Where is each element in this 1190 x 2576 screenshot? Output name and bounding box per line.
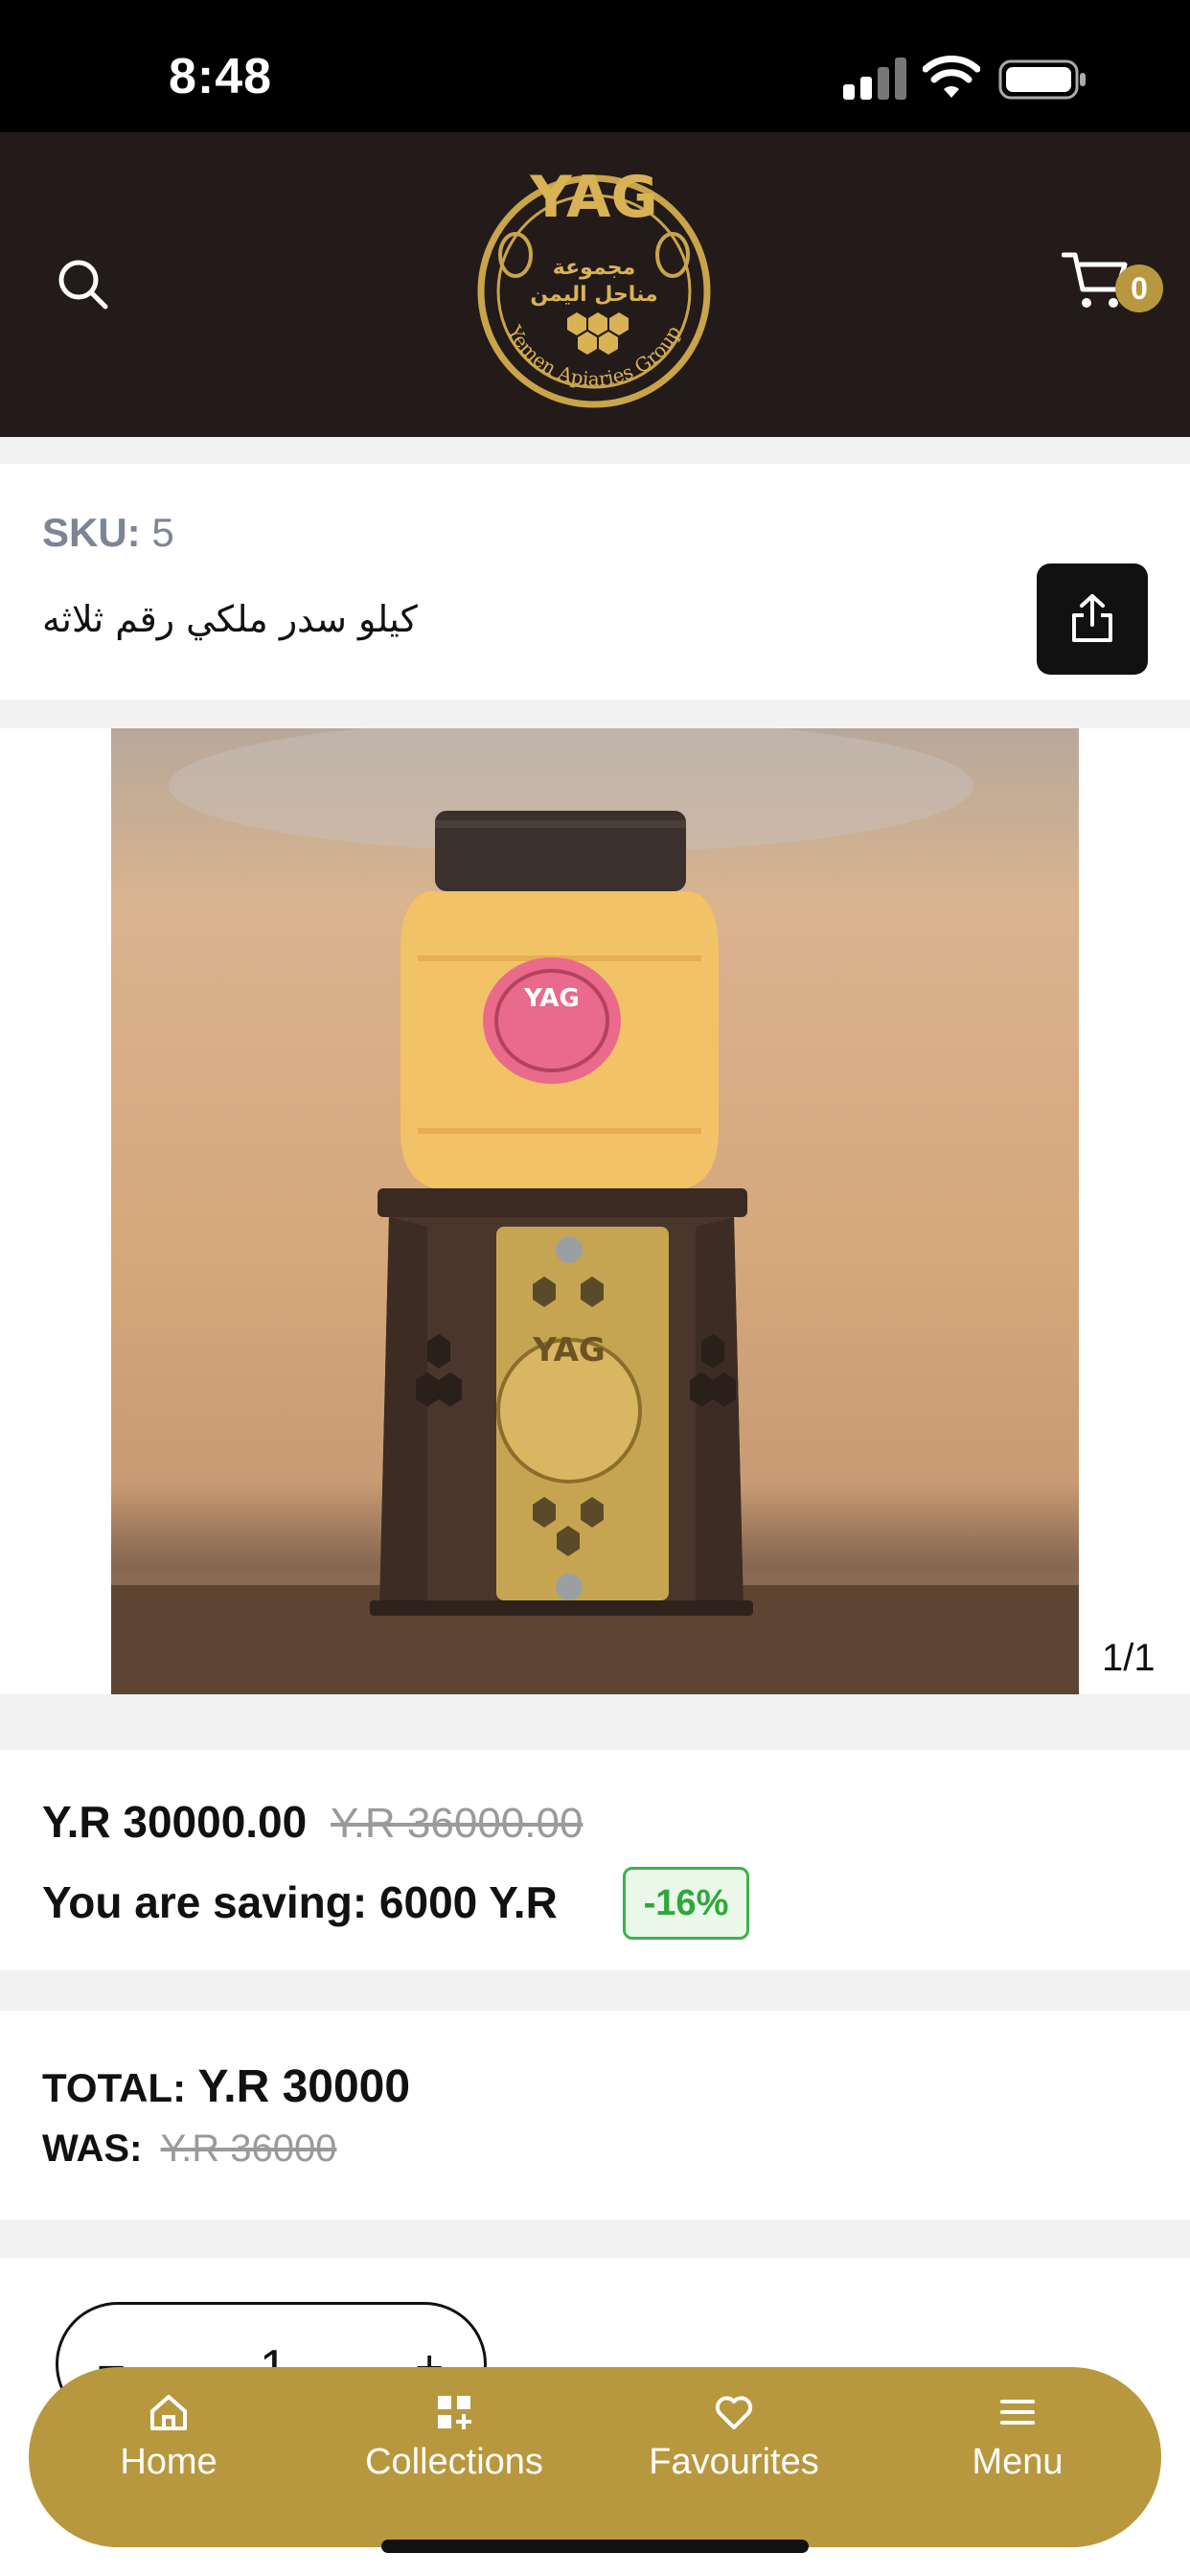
cellular-signal-icon	[843, 58, 906, 100]
bottom-tab-bar: Home Collections Favourites Menu	[29, 2367, 1161, 2547]
honey-jar-illustration: YAG YAG	[111, 728, 1079, 1694]
gallery-counter: 1/1	[1102, 1637, 1156, 1679]
home-indicator	[381, 2540, 809, 2553]
svg-text:مناحل اليمن: مناحل اليمن	[530, 283, 657, 307]
tab-home[interactable]: Home	[54, 2392, 284, 2522]
current-price: Y.R 30000.00	[42, 1797, 308, 1847]
total-card: TOTAL: Y.R 30000 WAS: Y.R 36000	[0, 2011, 1190, 2220]
total-value: Y.R 30000	[197, 2061, 411, 2112]
saving-value: 6000 Y.R	[378, 1877, 558, 1927]
was-label: WAS:	[42, 2128, 143, 2170]
sku-value: 5	[151, 510, 174, 555]
collections-icon	[438, 2396, 471, 2429]
share-icon	[1072, 594, 1112, 642]
original-price: Y.R 36000.00	[331, 1800, 584, 1847]
product-image[interactable]: YAG YAG	[111, 728, 1079, 1694]
discount-badge: -16%	[623, 1867, 749, 1940]
svg-text:YAG: YAG	[532, 1331, 606, 1369]
product-title: كيلو سدر ملكي رقم ثلاثه	[42, 598, 418, 640]
menu-icon	[1000, 2400, 1035, 2425]
wifi-icon	[923, 56, 980, 98]
svg-text:YAG: YAG	[523, 984, 580, 1013]
was-value: Y.R 36000	[160, 2128, 337, 2170]
product-gallery: YAG YAG 1/1	[0, 728, 1190, 1694]
tab-favourites-label: Favourites	[649, 2442, 819, 2482]
tab-collections[interactable]: Collections	[339, 2392, 569, 2522]
share-button[interactable]	[1037, 564, 1148, 675]
cart-count-badge: 0	[1115, 264, 1163, 312]
search-icon[interactable]	[56, 257, 109, 310]
tab-menu[interactable]: Menu	[903, 2392, 1133, 2522]
saving-label: You are saving:	[42, 1877, 368, 1927]
total-label: TOTAL:	[42, 2065, 187, 2110]
price-card: Y.R 30000.00 Y.R 36000.00 You are saving…	[0, 1750, 1190, 1970]
total-line: TOTAL: Y.R 30000	[42, 2060, 410, 2113]
home-icon	[150, 2395, 187, 2430]
tab-collections-label: Collections	[365, 2442, 543, 2482]
tab-favourites[interactable]: Favourites	[619, 2392, 849, 2522]
tab-home-label: Home	[120, 2442, 217, 2482]
app-header: YAG مجموعة مناحل اليمن Yemen Apiaries Gr…	[0, 132, 1190, 437]
sku-line: SKU: 5	[42, 510, 174, 556]
saving-line: You are saving: 6000 Y.R	[42, 1876, 558, 1928]
brand-logo[interactable]: YAG مجموعة مناحل اليمن Yemen Apiaries Gr…	[469, 150, 719, 420]
status-bar: 8:48	[0, 0, 1190, 132]
logo-text: YAG	[529, 164, 657, 231]
was-line: WAS: Y.R 36000	[42, 2128, 336, 2171]
status-time: 8:48	[169, 49, 273, 104]
price-line: Y.R 30000.00 Y.R 36000.00	[42, 1796, 583, 1848]
product-info-card: SKU: 5 كيلو سدر ملكي رقم ثلاثه	[0, 464, 1190, 700]
tab-menu-label: Menu	[972, 2442, 1064, 2482]
heart-icon	[715, 2396, 753, 2429]
sku-label: SKU:	[42, 510, 141, 555]
battery-icon	[998, 59, 1086, 100]
svg-text:مجموعة: مجموعة	[553, 256, 635, 280]
